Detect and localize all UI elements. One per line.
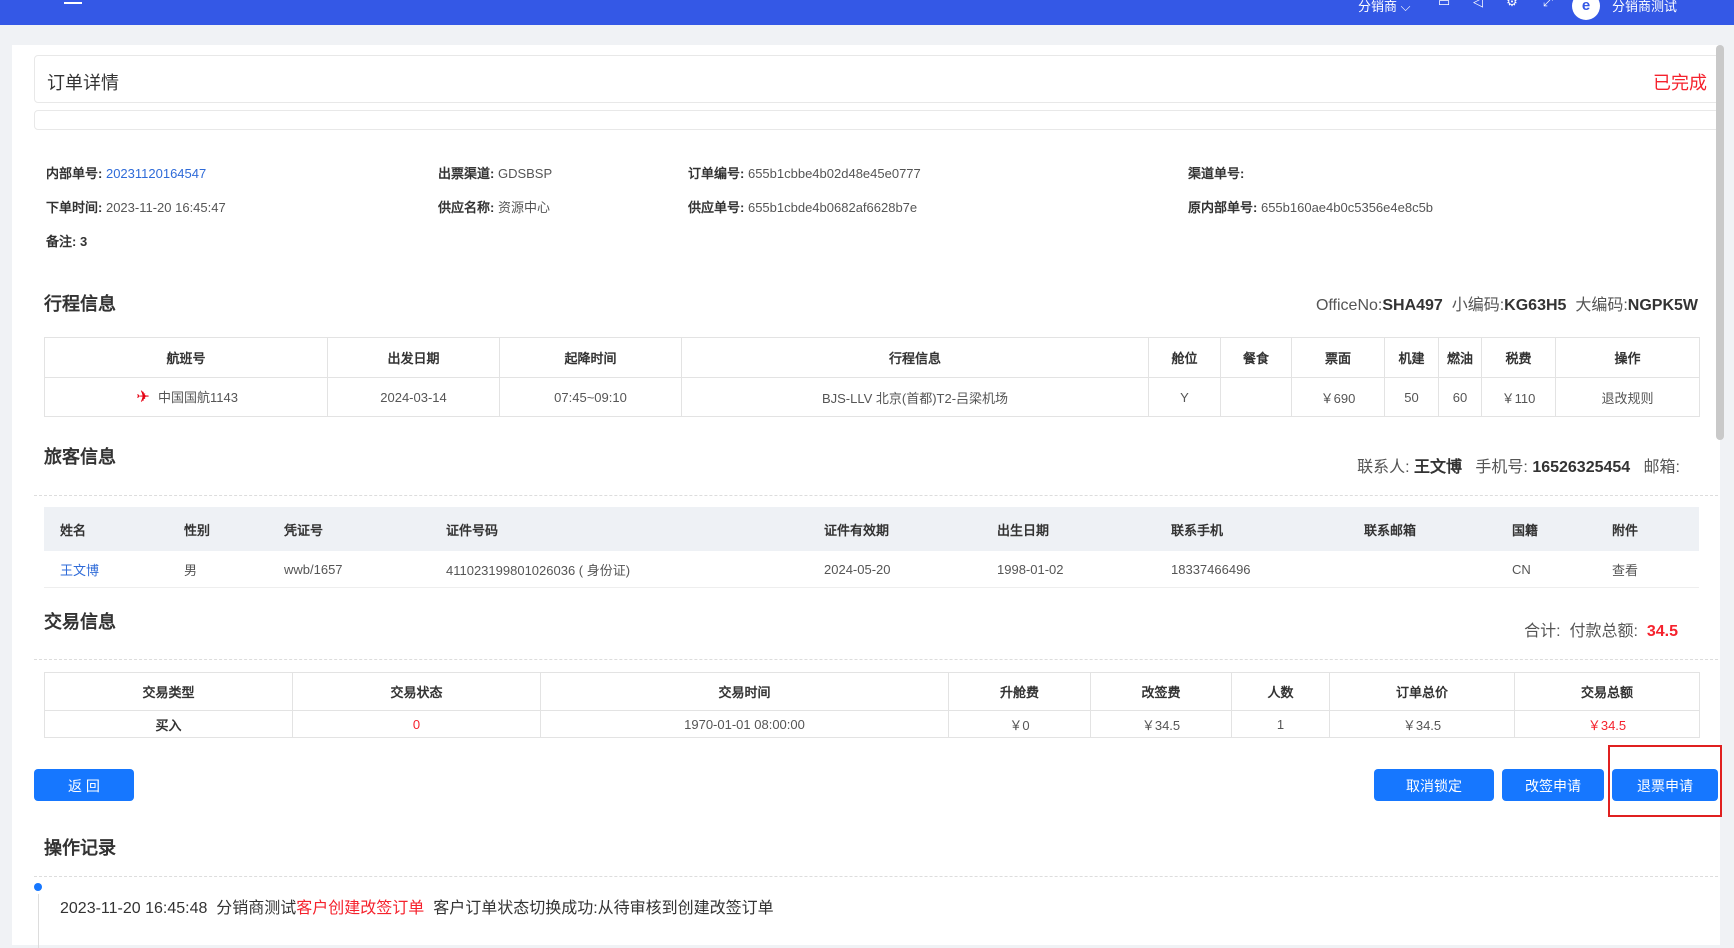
ticket-channel: 出票渠道: GDSBSP [438,166,553,181]
internal-no: 内部单号: 20231120164547 [46,166,207,181]
col-airport-fee: 机建 [1384,337,1439,378]
operation-log-title: 操作记录 [44,838,116,858]
supplier-name: 供应名称: 资源中心 [438,200,550,215]
order-no: 订单编号: 655b1cbbe4b02d48e45e0777 [688,166,921,181]
itinerary-table: 航班号 出发日期 起降时间 行程信息 舱位 餐食 票面 机建 燃油 税费 操作 … [44,337,1700,417]
page-title: 订单详情 [47,73,119,93]
remark: 备注: 3 [46,234,88,249]
col-date: 出发日期 [327,337,500,378]
col-flight: 航班号 [44,337,328,378]
col-time: 起降时间 [499,337,682,378]
col-tax: 税费 [1481,337,1556,378]
fullscreen-icon[interactable]: ⤢ [1540,0,1556,9]
top-bar: 分销商 ⌵ ▭ ◁ ⚙ ⤢ e 分销商测试 [0,0,1734,25]
back-button[interactable]: 返 回 [34,769,134,801]
col-route: 行程信息 [681,337,1149,378]
refund-change-rules-link[interactable]: 退改规则 [1555,377,1700,417]
passenger-name-link[interactable]: 王文博 [60,563,99,578]
passenger-title: 旅客信息 [44,447,116,467]
order-detail-panel: 订单详情 已完成 内部单号: 20231120164547 下单时间: 2023… [12,45,1720,945]
payment-total: 合计: 付款总额: 34.5 [1524,623,1678,640]
col-fuel: 燃油 [1438,337,1482,378]
transaction-title: 交易信息 [44,612,116,632]
change-apply-button[interactable]: 改签申请 [1502,769,1604,801]
role-dropdown[interactable]: 分销商 ⌵ [1358,0,1410,15]
itinerary-title: 行程信息 [44,294,116,314]
transaction-table: 交易类型 交易状态 交易时间 升舱费 改签费 人数 订单总价 交易总额 买入 0… [44,672,1700,738]
divider [34,876,1718,877]
passenger-header-row: 姓名 性别 凭证号 证件号码 证件有效期 出生日期 联系手机 联系邮箱 国籍 附… [44,507,1699,551]
passenger-table: 姓名 性别 凭证号 证件号码 证件有效期 出生日期 联系手机 联系邮箱 国籍 附… [44,507,1699,588]
supplier-no: 供应单号: 655b1cbde4b0682af6628b7e [688,200,918,215]
scrollbar[interactable] [1716,45,1724,440]
order-status: 已完成 [1653,73,1707,93]
transaction-header-row: 交易类型 交易状态 交易时间 升舱费 改签费 人数 订单总价 交易总额 [44,672,1700,711]
col-fare: 票面 [1291,337,1385,378]
settings-icon[interactable]: ⚙ [1504,0,1520,9]
table-row: ✈ 中国国航1143 2024-03-14 07:45~09:10 BJS-LLV… [44,377,1700,417]
channel-no: 渠道单号: [1188,166,1245,181]
air-china-logo-icon: ✈ [136,389,150,407]
table-row: 买入 0 1970-01-01 08:00:00 ￥0 ￥34.5 1 ￥34.… [44,710,1700,738]
flight-cell: ✈ 中国国航1143 [44,377,328,417]
orig-internal-no: 原内部单号: 655b160ae4b0c5356e4e8c5b [1188,200,1434,215]
col-cabin: 舱位 [1148,337,1221,378]
contact-info: 联系人: 王文博 手机号: 16526325454 邮箱: [1357,459,1680,476]
sub-header-bar [34,110,1720,130]
highlight-box [1608,745,1722,817]
menu-toggle-icon[interactable] [64,0,82,8]
timeline-dot [34,883,42,891]
divider [34,659,1718,660]
username[interactable]: 分销商测试 [1612,0,1677,15]
timeline-line [38,894,39,948]
log-entry: 2023-11-20 16:45:48 分销商测试客户创建改签订单 客户订单状态… [60,900,774,917]
desktop-icon[interactable]: ▭ [1436,0,1452,9]
divider [34,495,1718,496]
pnr-info: OfficeNo:SHA497 小编码:KG63H5 大编码:NGPK5W [1315,297,1698,314]
order-header: 订单详情 已完成 [34,55,1720,103]
view-attachment-link[interactable]: 查看 [1596,551,1699,588]
col-action: 操作 [1555,337,1700,378]
order-time: 下单时间: 2023-11-20 16:45:47 [46,200,226,215]
table-row: 王文博 男 wwb/1657 411023199801026036 ( 身份证)… [44,551,1699,588]
notification-icon[interactable]: ◁ [1470,0,1486,9]
col-meal: 餐食 [1220,337,1292,378]
internal-no-link[interactable]: 20231120164547 [106,166,206,181]
avatar[interactable]: e [1572,0,1600,20]
cancel-lock-button[interactable]: 取消锁定 [1374,769,1494,801]
itinerary-header-row: 航班号 出发日期 起降时间 行程信息 舱位 餐食 票面 机建 燃油 税费 操作 [44,337,1700,378]
